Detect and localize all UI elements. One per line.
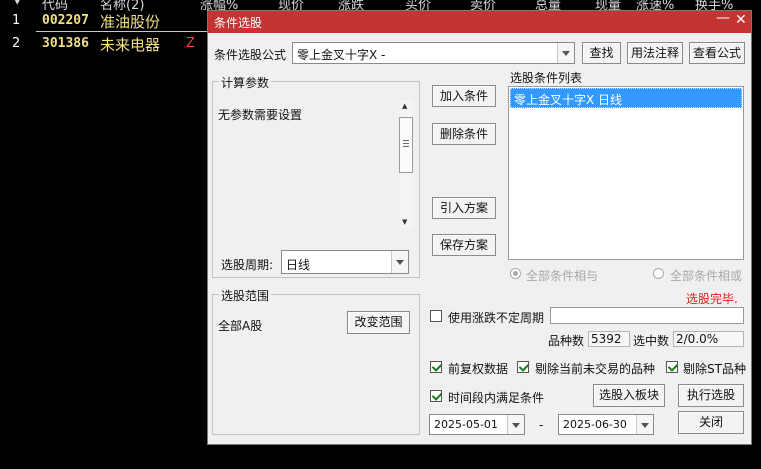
date-to-value: 2025-06-30 xyxy=(563,418,627,431)
params-group-title: 计算参数 xyxy=(219,74,272,91)
view-formula-button[interactable]: 查看公式 xyxy=(689,42,745,64)
radio-or-label[interactable]: 全部条件相或 xyxy=(670,267,742,284)
table-row[interactable]: 1 002207 准油股份 xyxy=(0,10,210,32)
radio-or[interactable] xyxy=(653,268,664,279)
condition-stock-picker-dialog: 条件选股 — ✕ 条件选股公式 零上金叉十字X - 查找 用法注释 查看公式 计… xyxy=(207,10,752,445)
sort-arrow-icon[interactable]: ▾ xyxy=(14,0,21,9)
chevron-down-icon[interactable] xyxy=(557,43,574,63)
row-index: 2 xyxy=(12,36,21,51)
row-selection-line xyxy=(36,31,208,32)
period-select[interactable]: 日线 xyxy=(281,250,409,274)
condition-list[interactable]: 零上金叉十字X 日线 xyxy=(508,86,744,260)
date-from-select[interactable]: 2025-05-01 xyxy=(429,414,525,435)
import-scheme-button[interactable]: 引入方案 xyxy=(432,197,496,219)
dialog-titlebar[interactable]: 条件选股 — ✕ xyxy=(208,10,751,33)
close-button[interactable]: 关闭 xyxy=(678,411,744,434)
stock-code: 002207 xyxy=(42,13,89,28)
selected-value: 2/0.0% xyxy=(673,331,744,347)
condition-item-text: 零上金叉十字X 日线 xyxy=(514,93,623,107)
find-button[interactable]: 查找 xyxy=(582,42,621,64)
chevron-down-icon[interactable] xyxy=(507,415,524,434)
remove-untraded-label[interactable]: 剔除当前未交易的品种 xyxy=(535,360,655,377)
count-label: 品种数 xyxy=(548,334,585,348)
period-value: 日线 xyxy=(286,258,311,272)
variable-period-checkbox[interactable] xyxy=(430,310,442,322)
close-icon[interactable]: ✕ xyxy=(735,12,747,28)
range-group: 选股范围 全部A股 改变范围 xyxy=(212,287,420,435)
variable-period-input[interactable] xyxy=(550,307,744,324)
params-scrollbar[interactable]: ▲ ▼ xyxy=(399,100,413,228)
chevron-down-icon[interactable] xyxy=(391,251,408,273)
params-text: 无参数需要设置 xyxy=(218,108,303,122)
remove-st-checkbox[interactable] xyxy=(666,361,678,373)
remove-untraded-checkbox[interactable] xyxy=(517,361,529,373)
adjusted-data-checkbox[interactable] xyxy=(430,361,442,373)
scrollbar-thumb[interactable] xyxy=(399,117,413,173)
status-text: 选股完毕. xyxy=(686,292,738,306)
row-index: 1 xyxy=(12,13,21,28)
stock-code: 301386 xyxy=(42,36,89,51)
time-range-checkbox[interactable] xyxy=(430,390,442,402)
radio-and-label[interactable]: 全部条件相与 xyxy=(526,267,598,284)
variable-period-label[interactable]: 使用涨跌不定周期 xyxy=(448,309,544,326)
count-value: 5392 xyxy=(588,331,630,347)
add-to-block-button[interactable]: 选股入板块 xyxy=(593,384,665,407)
adjusted-data-label[interactable]: 前复权数据 xyxy=(448,360,508,377)
table-row[interactable]: 2 301386 未来电器 Z xyxy=(0,33,210,55)
add-condition-button[interactable]: 加入条件 xyxy=(432,85,496,107)
date-to-select[interactable]: 2025-06-30 xyxy=(558,414,654,435)
stock-name: 准油股份 xyxy=(100,13,161,31)
delete-condition-button[interactable]: 删除条件 xyxy=(432,123,496,145)
condition-list-label: 选股条件列表 xyxy=(510,71,583,85)
minimize-icon[interactable]: — xyxy=(716,10,730,26)
period-label: 选股周期: xyxy=(221,258,274,272)
formula-select[interactable]: 零上金叉十字X - xyxy=(292,42,575,64)
formula-label: 条件选股公式 xyxy=(214,48,287,62)
radio-and[interactable] xyxy=(510,268,521,279)
save-scheme-button[interactable]: 保存方案 xyxy=(432,234,496,256)
params-group: 计算参数 无参数需要设置 ▲ ▼ 选股周期: 日线 xyxy=(212,74,420,278)
date-separator: - xyxy=(539,418,544,432)
execute-selection-button[interactable]: 执行选股 xyxy=(678,384,744,407)
formula-value: 零上金叉十字X - xyxy=(297,48,386,62)
dialog-title: 条件选股 xyxy=(214,16,263,30)
chevron-down-icon[interactable] xyxy=(636,415,653,434)
range-value: 全部A股 xyxy=(218,319,263,333)
usage-notes-button[interactable]: 用法注释 xyxy=(627,42,683,64)
stock-name: 未来电器 xyxy=(100,36,161,54)
list-item[interactable]: 零上金叉十字X 日线 xyxy=(510,88,742,108)
remove-st-label[interactable]: 剔除ST品种 xyxy=(683,360,746,377)
scroll-up-icon[interactable]: ▲ xyxy=(402,102,407,110)
stock-flag: Z xyxy=(186,36,195,51)
change-range-button[interactable]: 改变范围 xyxy=(347,311,410,334)
stock-table-header: ▾ 代码 名称(2) 涨幅% 现价 涨跌 买价 卖价 总量 现量 涨速% 换手% xyxy=(0,0,761,13)
selected-label: 选中数 xyxy=(633,334,670,348)
range-group-title: 选股范围 xyxy=(219,287,272,304)
time-range-label[interactable]: 时间段内满足条件 xyxy=(448,389,544,406)
date-from-value: 2025-05-01 xyxy=(434,418,498,431)
scroll-down-icon[interactable]: ▼ xyxy=(402,218,407,226)
